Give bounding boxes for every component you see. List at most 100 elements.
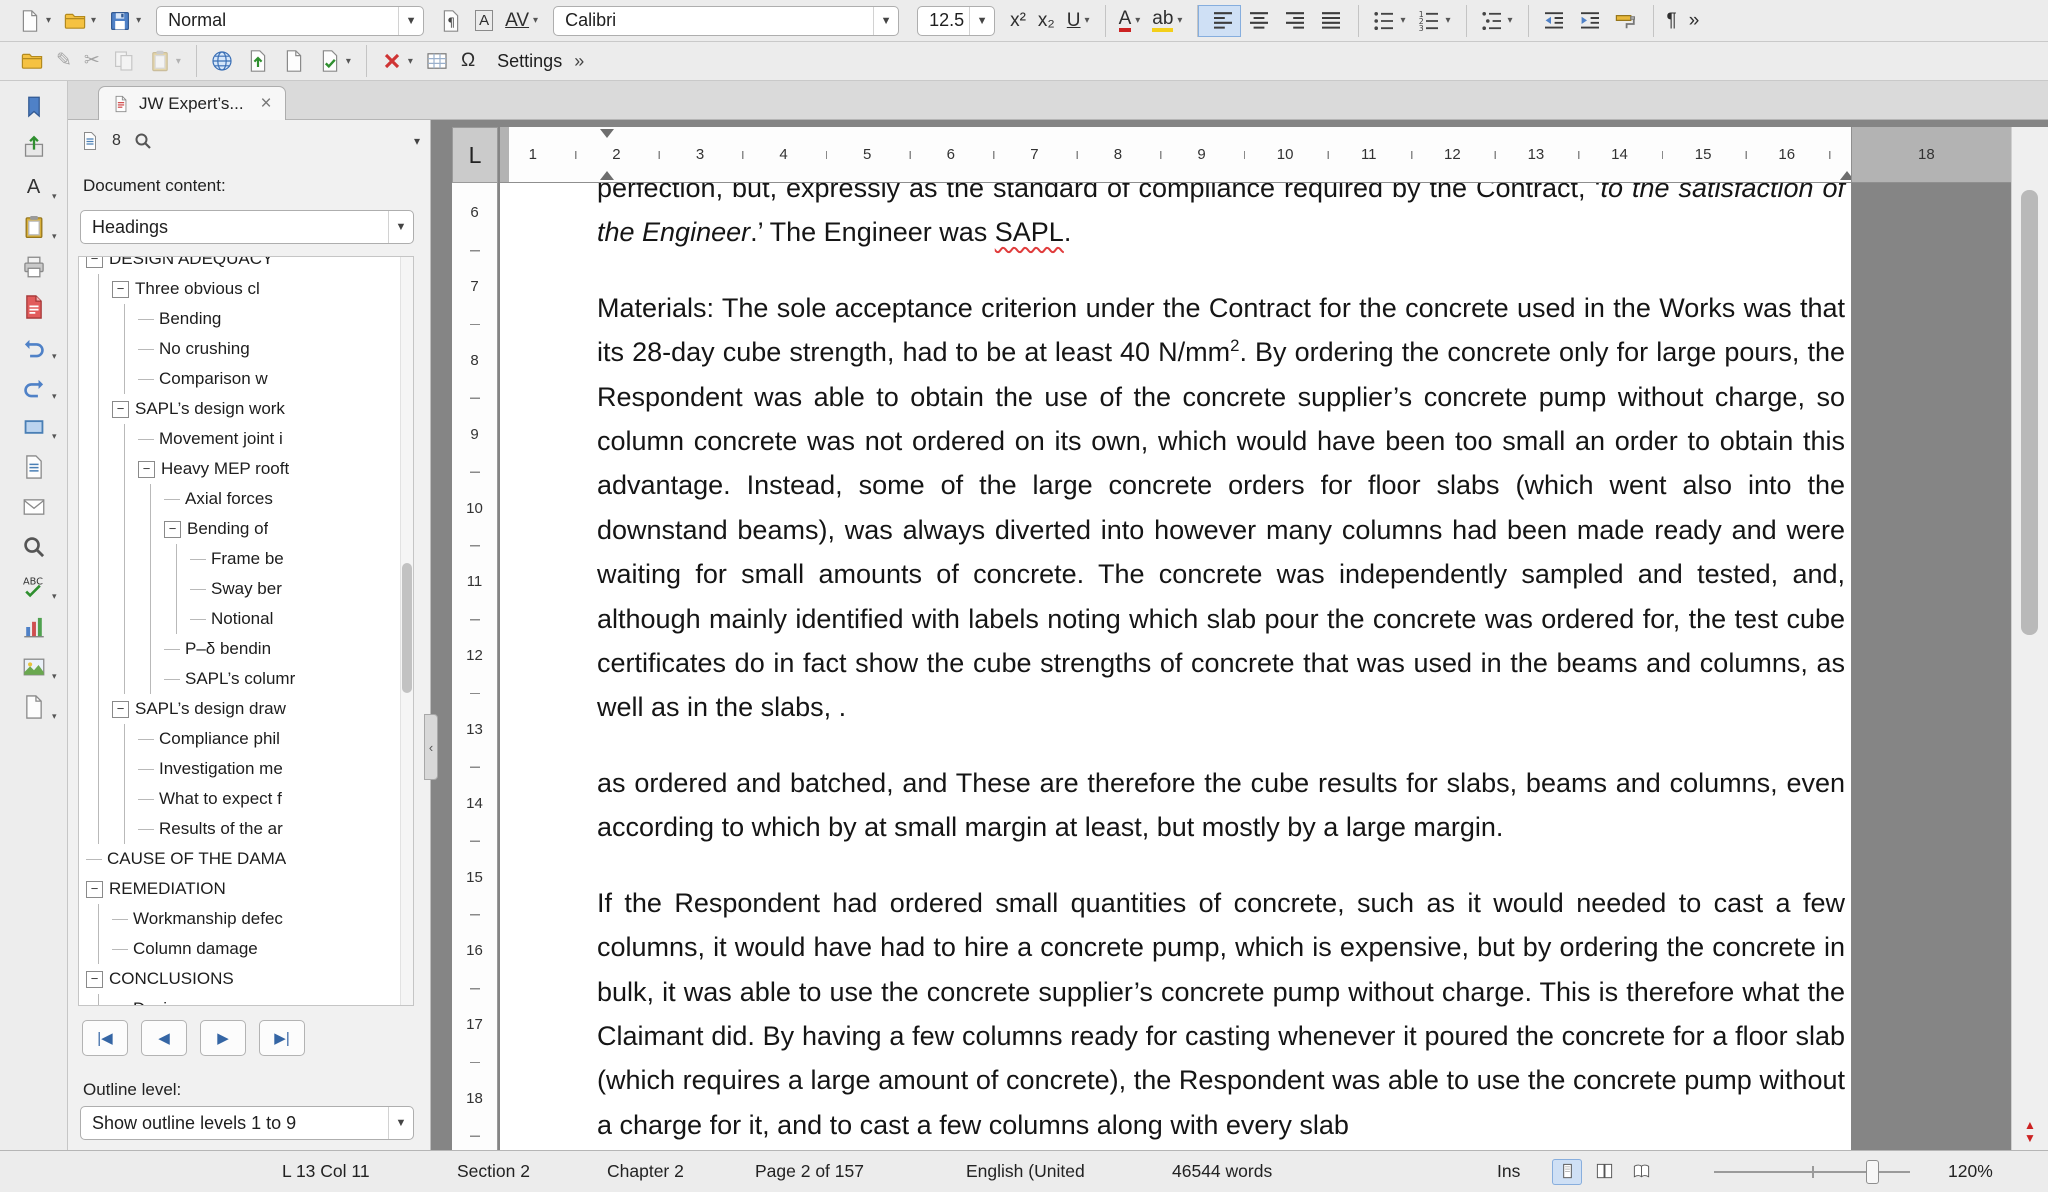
find-button[interactable]	[10, 529, 58, 565]
chevron-down-icon[interactable]: ▼	[388, 211, 413, 243]
navigator-tree-item[interactable]: − SAPL’s design work	[79, 394, 413, 424]
redo-button[interactable]: ▾	[10, 369, 58, 405]
ordered-list-button[interactable]: ▾	[1411, 5, 1456, 37]
navigator-tree-item[interactable]: − DESIGN ADEQUACY	[79, 256, 413, 274]
insert-table-button[interactable]	[419, 45, 455, 77]
font-size-combobox[interactable]: 12.5 ▼	[917, 6, 995, 36]
outline-level-select[interactable]: Show outline levels 1 to 9 ▼	[80, 1106, 414, 1140]
navigator-tree-item[interactable]: Column damage	[79, 934, 413, 964]
underline-button[interactable]: U ▾	[1061, 5, 1096, 37]
zoom-level[interactable]: 120%	[1948, 1151, 1993, 1192]
zoom-slider-thumb[interactable]	[1866, 1160, 1879, 1184]
character-spacing-button[interactable]: AV ▾	[499, 5, 544, 37]
collapse-expander-icon[interactable]: −	[86, 971, 103, 988]
edit-mode-button[interactable]: ✎	[50, 45, 78, 77]
collapse-expander-icon[interactable]: −	[112, 281, 129, 298]
chevron-down-icon[interactable]: ▼	[969, 7, 994, 35]
chevron-down-icon[interactable]: ▼	[398, 7, 423, 35]
navigator-tree-item[interactable]: Notional	[79, 604, 413, 634]
navigator-tree-item[interactable]: SAPL’s columr	[79, 664, 413, 694]
bookmark-button[interactable]	[10, 89, 58, 125]
font-color-button[interactable]: A ▾	[1105, 5, 1147, 37]
cut-button[interactable]: ✂	[78, 45, 106, 77]
decrease-indent-button[interactable]	[1528, 5, 1572, 37]
navigator-tree-item[interactable]: P–δ bendin	[79, 634, 413, 664]
section-indicator[interactable]: Section 2	[457, 1151, 530, 1192]
align-center-button[interactable]	[1241, 5, 1277, 37]
document-page[interactable]: perfection, but, expressly as the standa…	[500, 183, 1851, 1150]
navigator-tree-item[interactable]: Results of the ar	[79, 814, 413, 844]
navigator-tree-item[interactable]: Workmanship defec	[79, 904, 413, 934]
formatting-marks-button[interactable]: ¶	[1653, 5, 1683, 37]
document-text[interactable]: perfection, but, expressly as the standa…	[597, 183, 1845, 1150]
collapse-expander-icon[interactable]: −	[112, 401, 129, 418]
clone-formatting-button[interactable]	[1608, 5, 1644, 37]
navigate-next-button[interactable]: ▶	[200, 1020, 246, 1056]
gallery-button[interactable]: ▾	[10, 649, 58, 685]
navigator-tree-item[interactable]: − Three obvious cl	[79, 274, 413, 304]
mail-document-button[interactable]	[10, 489, 58, 525]
highlighting-color-button[interactable]: ab ▾	[1146, 5, 1188, 37]
navigator-tree-item[interactable]: − Bending of	[79, 514, 413, 544]
scrollbar-thumb[interactable]	[2021, 190, 2038, 635]
increase-indent-button[interactable]	[1572, 5, 1608, 37]
validate-document-button[interactable]: ▾	[312, 45, 357, 77]
character-settings-button[interactable]: A	[469, 5, 499, 37]
previous-object-button[interactable]: ▲	[2024, 1119, 2036, 1131]
chevron-down-icon[interactable]: ▼	[388, 1107, 413, 1139]
page-indicator[interactable]: Page 2 of 157	[755, 1151, 864, 1192]
paragraph[interactable]: Materials: The sole acceptance criterion…	[597, 286, 1845, 730]
copy-button[interactable]	[106, 45, 142, 77]
navigate-first-button[interactable]: |◀	[82, 1020, 128, 1056]
vertical-ruler[interactable]: 6789101112131415161718	[452, 183, 498, 1150]
superscript-button[interactable]: x²	[1004, 5, 1032, 37]
toolbar-overflow-button[interactable]: »	[1683, 5, 1706, 37]
navigation-content-icon[interactable]	[80, 131, 100, 151]
spelling-button[interactable]: ▾	[10, 569, 58, 605]
tree-scrollbar[interactable]	[400, 257, 413, 1005]
paste-button[interactable]: ▾	[142, 45, 187, 77]
navigator-tree-item[interactable]: Axial forces	[79, 484, 413, 514]
collapse-expander-icon[interactable]: −	[164, 521, 181, 538]
content-type-select[interactable]: Headings ▼	[80, 210, 414, 244]
save-button[interactable]: ▾	[102, 5, 147, 37]
toolbar-overflow-button[interactable]: »	[574, 51, 584, 72]
web-view-button[interactable]	[196, 45, 240, 77]
page-style-button[interactable]: ▾	[10, 689, 58, 725]
navigator-tree-item[interactable]: Design	[79, 994, 413, 1006]
navigator-tree-item[interactable]: − REMEDIATION	[79, 874, 413, 904]
single-page-view-button[interactable]	[1552, 1159, 1582, 1185]
navigate-last-button[interactable]: ▶|	[259, 1020, 305, 1056]
sidebar-collapse-button[interactable]: ‹	[424, 714, 438, 780]
print-button[interactable]	[10, 249, 58, 285]
language-indicator[interactable]: English (United	[966, 1151, 1085, 1192]
settings-menu[interactable]: Settings	[497, 51, 562, 72]
document-tab[interactable]: JW Expert’s... ×	[98, 86, 286, 120]
chevron-down-icon[interactable]: ▼	[873, 7, 898, 35]
insert-mode-indicator[interactable]: Ins	[1497, 1151, 1520, 1192]
close-tab-button[interactable]: ×	[261, 93, 272, 115]
subscript-button[interactable]: x₂	[1032, 5, 1061, 37]
cursor-position[interactable]: L 13 Col 11	[282, 1151, 370, 1192]
paragraph-settings-button[interactable]	[433, 5, 469, 37]
clipboard-button[interactable]: ▾	[10, 209, 58, 245]
horizontal-ruler[interactable]: 12345678910111213141516 18	[500, 127, 2014, 183]
align-justify-button[interactable]	[1313, 5, 1349, 37]
tree-scrollbar-thumb[interactable]	[402, 563, 412, 693]
unordered-list-button[interactable]: ▾	[1358, 5, 1411, 37]
new-document-button[interactable]: ▾	[12, 5, 57, 37]
collapse-expander-icon[interactable]: −	[138, 461, 155, 478]
document-scrollbar[interactable]: ▲ ▼	[2011, 127, 2048, 1150]
first-line-indent-marker[interactable]	[600, 129, 614, 138]
collapse-expander-icon[interactable]: −	[86, 881, 103, 898]
navigator-tree-item[interactable]: Sway ber	[79, 574, 413, 604]
character-style-button[interactable]: A ▾	[10, 169, 58, 205]
font-name-combobox[interactable]: Calibri ▼	[553, 6, 899, 36]
navigator-tree-item[interactable]: − Heavy MEP rooft	[79, 454, 413, 484]
insert-form-button[interactable]	[10, 449, 58, 485]
paragraph[interactable]: If the Respondent had ordered small quan…	[597, 881, 1845, 1147]
templates-button[interactable]	[14, 45, 50, 77]
navigator-tree-item[interactable]: Investigation me	[79, 754, 413, 784]
word-count[interactable]: 46544 words	[1172, 1151, 1272, 1192]
export-document-button[interactable]	[240, 45, 276, 77]
